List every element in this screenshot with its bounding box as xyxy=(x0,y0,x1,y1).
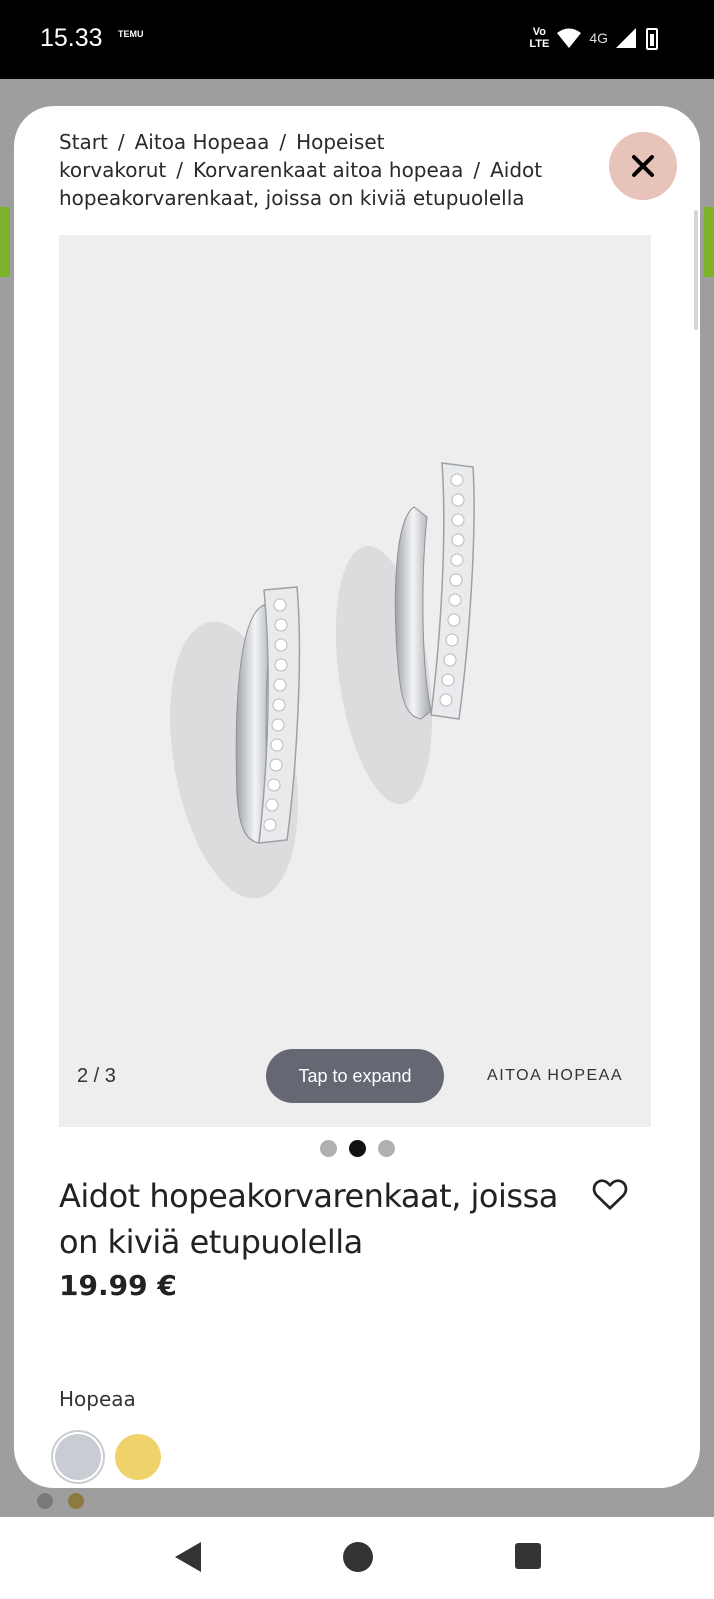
network-type: 4G xyxy=(589,30,608,46)
breadcrumb-korvarenkaat[interactable]: Korvarenkaat aitoa hopeaa xyxy=(193,158,463,182)
background-swatch xyxy=(37,1493,53,1509)
heart-icon[interactable] xyxy=(592,1177,628,1211)
background-swatch xyxy=(68,1493,84,1509)
product-image-gallery[interactable]: 2 / 3 Tap to expand AITOA HOPEAA xyxy=(59,235,651,1127)
gallery-dot[interactable] xyxy=(377,1140,395,1157)
color-swatches xyxy=(55,1434,161,1480)
status-time: 15.33 xyxy=(40,24,103,52)
navigation-bar xyxy=(0,1517,714,1599)
close-icon xyxy=(632,155,654,177)
gallery-dot-active[interactable] xyxy=(348,1140,366,1157)
tap-to-expand-button[interactable]: Tap to expand xyxy=(266,1049,444,1103)
status-bar: 15.33 TEMU Vo LTE 4G xyxy=(0,0,714,79)
close-button[interactable] xyxy=(609,132,677,200)
battery-icon xyxy=(646,28,658,50)
product-quickview-modal: Start / Aitoa Hopeaa / Hopeiset korvakorut / K… xyxy=(14,106,700,1488)
swatch-silver[interactable] xyxy=(55,1434,101,1480)
breadcrumb: Start / Aitoa Hopeaa / Hopeiset korvakorut / K… xyxy=(59,130,543,210)
product-title: Aidot hopeakorvarenkaat, joissa on kiviä… xyxy=(59,1177,558,1261)
breadcrumb-aitoa-hopeaa[interactable]: Aitoa Hopeaa xyxy=(135,130,270,154)
gallery-pagination xyxy=(14,1140,700,1157)
wifi-icon xyxy=(557,28,582,48)
background-banner xyxy=(704,207,714,277)
product-price: 19.99 € xyxy=(59,1269,177,1302)
signal-icon xyxy=(616,28,636,48)
notification-app-icon: TEMU xyxy=(118,29,144,39)
image-counter: 2 / 3 xyxy=(77,1065,116,1087)
gallery-dot[interactable] xyxy=(319,1140,337,1157)
product-image[interactable] xyxy=(59,235,651,1127)
status-indicators: Vo LTE 4G xyxy=(529,26,662,50)
home-icon[interactable] xyxy=(343,1542,373,1572)
selected-color-name: Hopeaa xyxy=(59,1387,136,1411)
recents-icon[interactable] xyxy=(515,1543,541,1569)
brand-label: AITOA HOPEAA xyxy=(487,1067,623,1084)
scrollbar[interactable] xyxy=(694,210,698,330)
volte-indicator: Vo LTE xyxy=(529,26,550,50)
back-icon[interactable] xyxy=(175,1542,201,1572)
background-banner xyxy=(0,207,10,277)
swatch-gold[interactable] xyxy=(115,1434,161,1480)
breadcrumb-start[interactable]: Start xyxy=(59,130,108,154)
